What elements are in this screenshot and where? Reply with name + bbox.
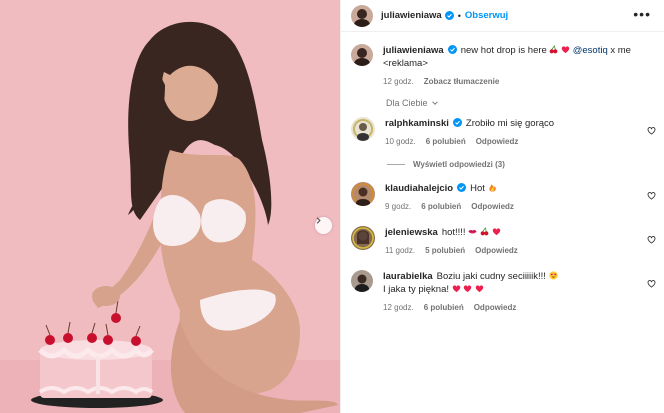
- verified-badge-icon: [457, 183, 467, 192]
- fire-emoji-icon: [488, 184, 496, 192]
- comment-time: 10 godz.: [385, 137, 416, 146]
- comment-time: 12 godz.: [383, 303, 414, 312]
- caption-username[interactable]: juliawieniawa: [383, 45, 444, 56]
- reply-button[interactable]: Odpowiedz: [474, 303, 517, 312]
- author-avatar[interactable]: [351, 4, 373, 27]
- more-options-icon[interactable]: •••: [633, 7, 651, 21]
- lips-emoji-icon: [468, 229, 477, 234]
- likes-count[interactable]: 6 polubień: [424, 303, 464, 312]
- chevron-down-icon: [431, 101, 438, 105]
- chevron-right-icon: [316, 217, 321, 224]
- replies-divider: [387, 164, 405, 165]
- view-replies-label: Wyświetl odpowiedzi (3): [413, 160, 505, 169]
- translate-link[interactable]: Zobacz tłumaczenie: [424, 77, 500, 86]
- reply-button[interactable]: Odpowiedz: [475, 246, 518, 255]
- heart-emoji-icon: [452, 285, 460, 293]
- commenter-avatar[interactable]: [351, 117, 375, 141]
- caption-avatar[interactable]: [351, 44, 373, 66]
- comment-text: Hot: [470, 183, 485, 194]
- post-side-panel: juliawieniawa • Obserwuj ••• juliawienia…: [340, 0, 664, 413]
- reply-button[interactable]: Odpowiedz: [471, 202, 514, 211]
- cherries-emoji-icon: [550, 45, 558, 54]
- heart-emoji-icon: [492, 228, 500, 236]
- comment-item: klaudiahalejcio Hot 9 godz. 6 polubień Od…: [351, 182, 657, 211]
- comment-time: 9 godz.: [385, 202, 412, 211]
- heart-eyes-emoji-icon: [548, 271, 558, 280]
- sort-label: Dla Ciebie: [386, 98, 428, 108]
- commenter-username[interactable]: laurabielka: [383, 271, 433, 282]
- comment-text: Boziu jaki cudny seciiiiik!!!: [436, 271, 546, 282]
- likes-count[interactable]: 6 polubień: [426, 137, 466, 146]
- next-image-button[interactable]: [315, 217, 332, 234]
- post-header: juliawieniawa • Obserwuj •••: [341, 0, 664, 32]
- verified-badge-icon: [444, 11, 454, 20]
- heart-icon[interactable]: [647, 126, 656, 135]
- commenter-username[interactable]: klaudiahalejcio: [385, 183, 453, 194]
- cherries-emoji-icon: [480, 227, 489, 236]
- comment-sort-dropdown[interactable]: Dla Ciebie: [386, 98, 439, 108]
- caption-body-after: x me: [610, 45, 631, 56]
- caption-line2: <reklama>: [383, 58, 428, 69]
- view-replies-button[interactable]: Wyświetl odpowiedzi (3): [387, 160, 505, 169]
- verified-badge-icon: [452, 118, 462, 127]
- separator-dot: •: [457, 10, 461, 21]
- comment-item: ralphkaminski Zrobiło mi się gorąco 10 go…: [351, 117, 657, 146]
- commenter-avatar[interactable]: [351, 270, 373, 292]
- heart-emoji-icon: [561, 46, 570, 54]
- commenter-username[interactable]: jeleniewska: [385, 227, 438, 238]
- comment-text: hot!!!!: [441, 227, 466, 238]
- caption: juliawieniawa new hot drop is here @esoti…: [351, 44, 657, 86]
- likes-count[interactable]: 6 polubień: [421, 202, 461, 211]
- heart-emoji-icon: [464, 285, 472, 293]
- heart-icon[interactable]: [647, 279, 656, 288]
- caption-text: juliawieniawa new hot drop is here @esoti…: [383, 44, 633, 70]
- comment-text-line2: I jaka ty piękna!: [383, 284, 450, 295]
- comment-time: 11 godz.: [385, 246, 416, 255]
- photo-illustration: [0, 0, 340, 413]
- caption-time: 12 godz.: [383, 77, 414, 86]
- comment-item: laurabielka Boziu jaki cudny seciiiiik!!!…: [351, 270, 657, 312]
- caption-body: new hot drop is here: [460, 45, 547, 56]
- heart-icon[interactable]: [647, 235, 656, 244]
- commenter-username[interactable]: ralphkaminski: [385, 118, 449, 129]
- commenter-avatar[interactable]: [351, 182, 375, 206]
- likes-count[interactable]: 5 polubień: [425, 246, 465, 255]
- heart-emoji-icon: [475, 285, 484, 293]
- commenter-avatar[interactable]: [351, 226, 375, 250]
- author-username[interactable]: juliawieniawa: [381, 10, 442, 21]
- follow-button[interactable]: Obserwuj: [465, 10, 508, 21]
- verified-badge-icon: [447, 45, 457, 54]
- reply-button[interactable]: Odpowiedz: [476, 137, 519, 146]
- heart-icon[interactable]: [647, 191, 656, 200]
- post-image[interactable]: [0, 0, 340, 413]
- mention-link[interactable]: @esotiq: [573, 45, 608, 56]
- comment-item: jeleniewska hot!!!! 11 godz. 5 polubień O…: [351, 226, 657, 255]
- comment-text: Zrobiło mi się gorąco: [465, 118, 555, 129]
